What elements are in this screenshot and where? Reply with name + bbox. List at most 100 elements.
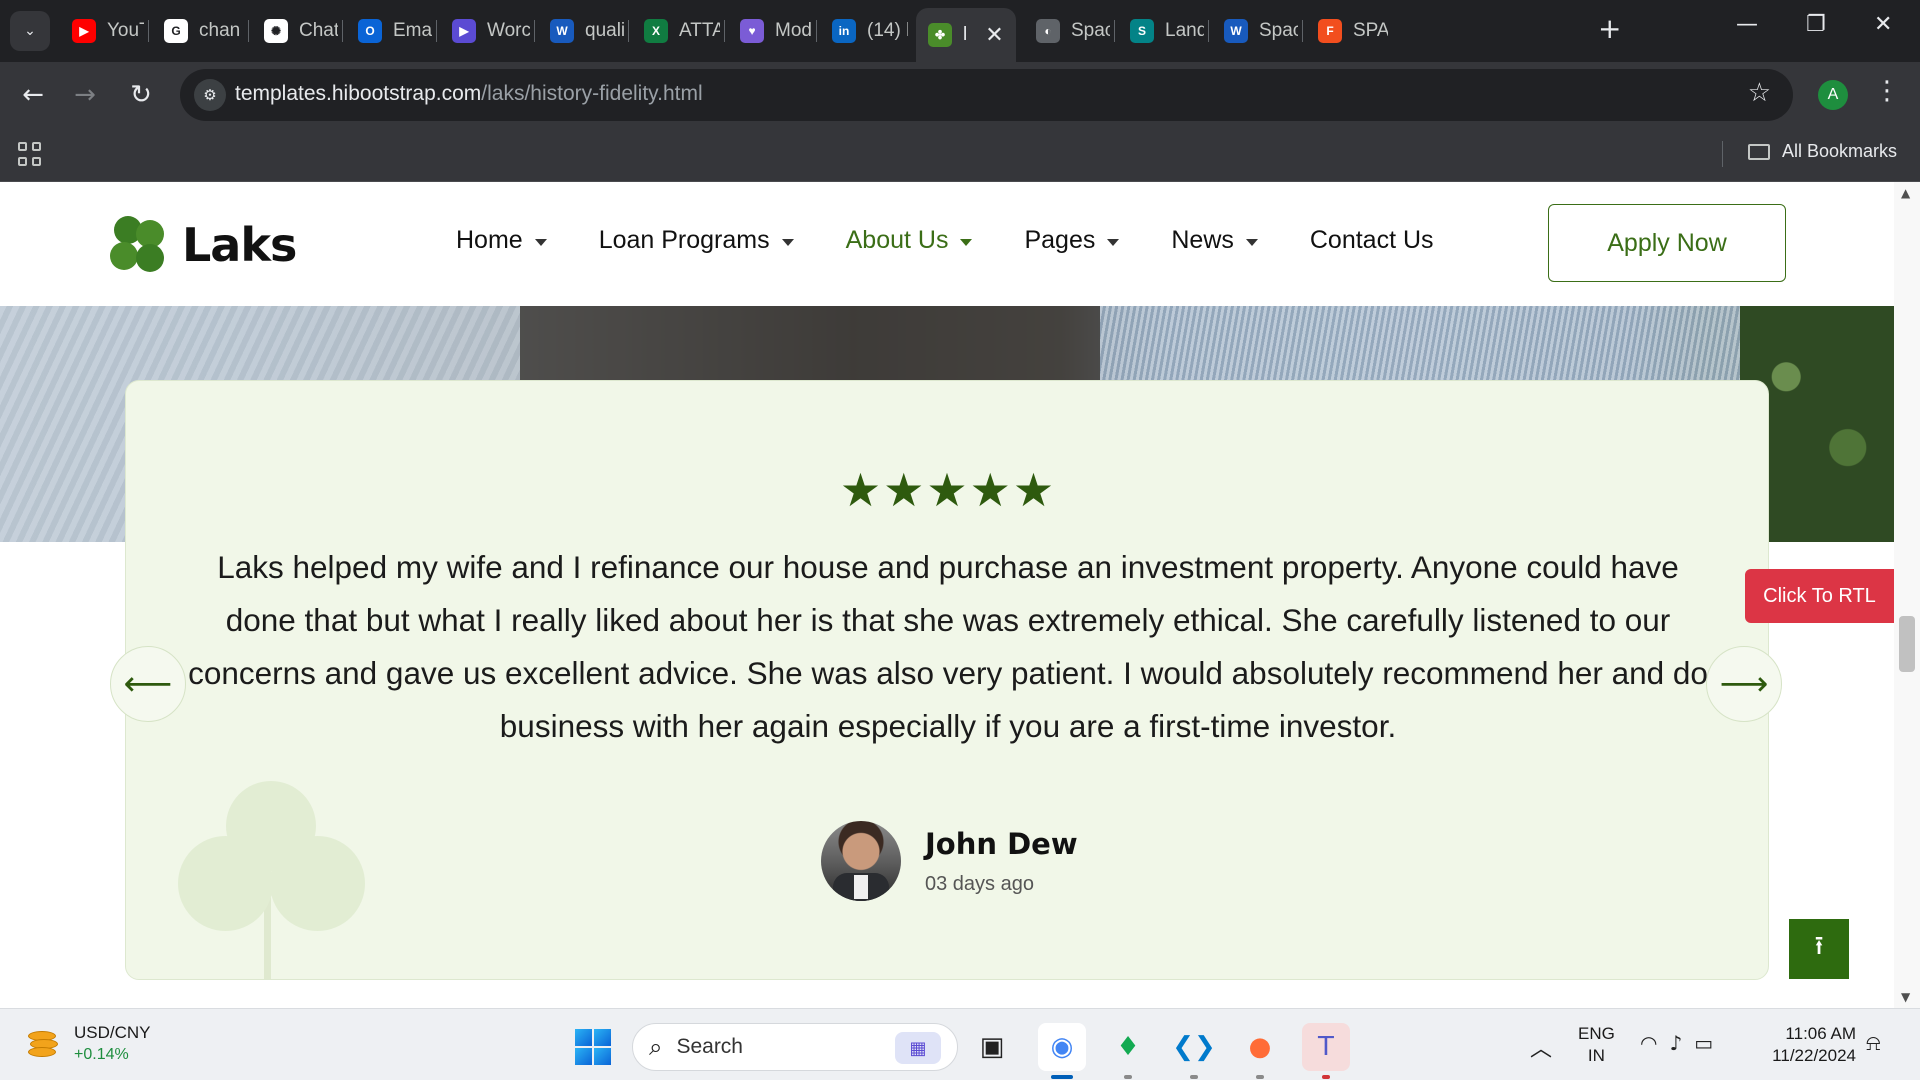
page-scrollbar[interactable]: ▲ ▼	[1894, 182, 1920, 1008]
nav-item-label: Pages	[1024, 226, 1096, 254]
profile-avatar[interactable]: A	[1818, 80, 1848, 110]
tab-title: Spac	[1259, 20, 1298, 41]
system-tray-icons[interactable]: ◠♪▭	[1640, 1031, 1725, 1055]
nav-item-news[interactable]: News	[1171, 226, 1258, 255]
tab-search-button[interactable]: ⌄	[10, 11, 50, 51]
tab-title: YouT	[107, 20, 144, 41]
browser-tab[interactable]: ▶ YouT	[60, 10, 144, 52]
bookmark-star-icon[interactable]: ☆	[1748, 78, 1771, 108]
tree-decoration-icon	[178, 781, 368, 979]
chevron-down-icon: ⌄	[24, 23, 36, 39]
scroll-down-icon[interactable]: ▼	[1901, 990, 1910, 1004]
browser-tab[interactable]: F SPAC	[1306, 10, 1388, 52]
site-info-icon[interactable]: ⚙	[194, 79, 226, 111]
prev-testimonial-button[interactable]: ⟵	[110, 646, 186, 722]
mongodb-indicator	[1124, 1075, 1132, 1079]
all-bookmarks-button[interactable]: All Bookmarks	[1748, 141, 1897, 162]
tab-separator	[1302, 20, 1303, 42]
widget-value: +0.14%	[74, 1046, 129, 1063]
mongodb-app-icon[interactable]: ♦	[1104, 1023, 1152, 1071]
browser-tab[interactable]: ✤ l ✕	[916, 8, 1016, 62]
tab-separator	[148, 20, 149, 42]
browser-tab[interactable]: S Land	[1118, 10, 1204, 52]
clock-time: 11:06 AM	[1785, 1024, 1856, 1043]
testimonial-author: John Dew 03 days ago	[821, 821, 1078, 901]
star-rating: ★★★★★	[839, 463, 1057, 517]
language-indicator[interactable]: ENG IN	[1578, 1023, 1615, 1067]
battery-icon: ▭	[1694, 1031, 1726, 1055]
chrome-app-icon[interactable]: ◉	[1038, 1023, 1086, 1071]
postman-app-icon[interactable]: ●	[1236, 1023, 1284, 1071]
browser-tab[interactable]: ▶ Worc	[440, 10, 530, 52]
tab-favicon-icon: G	[164, 19, 188, 43]
browser-tab[interactable]: W Spac	[1212, 10, 1298, 52]
site-logo[interactable]: Laks	[110, 216, 297, 274]
browser-tab[interactable]: ◐ Spac	[1024, 10, 1110, 52]
bookmarks-bar: All Bookmarks	[0, 128, 1920, 182]
reload-button[interactable]: ↻	[122, 76, 160, 114]
author-time: 03 days ago	[925, 872, 1034, 895]
browser-tab[interactable]: Wquali	[538, 10, 624, 52]
search-icon: ⌕	[649, 1033, 663, 1061]
tab-title: Spac	[1071, 20, 1110, 41]
tab-favicon-icon: ▶	[452, 19, 476, 43]
browser-tab[interactable]: X ATTA	[632, 10, 720, 52]
restore-button[interactable]: ❐	[1806, 12, 1826, 37]
tab-favicon-icon: in	[832, 19, 856, 43]
teams-app-icon[interactable]: T	[1302, 1023, 1350, 1071]
rtl-toggle-button[interactable]: Click To RTL	[1745, 569, 1894, 623]
apps-grid-icon[interactable]	[18, 142, 42, 166]
tab-separator	[436, 20, 437, 42]
tab-title: (14) l	[867, 20, 908, 41]
forward-button[interactable]: →	[66, 76, 104, 114]
author-name: John Dew	[925, 826, 1078, 861]
windows-start-icon[interactable]	[575, 1029, 611, 1065]
arrow-left-icon: ←	[22, 80, 44, 110]
chevron-up-icon[interactable]: ︿	[1530, 1031, 1552, 1063]
address-bar[interactable]: ⚙ templates.hibootstrap.com/laks/history…	[180, 69, 1793, 121]
tab-favicon-icon: X	[644, 19, 668, 43]
nav-item-pages[interactable]: Pages	[1024, 226, 1120, 255]
tab-favicon-icon: W	[1224, 19, 1248, 43]
arrow-up-icon: ⭱	[1814, 931, 1824, 961]
taskbar-clock[interactable]: 11:06 AM 11/22/2024	[1760, 1023, 1856, 1067]
scroll-up-icon[interactable]: ▲	[1901, 186, 1910, 200]
currency-widget[interactable]: USD/CNY +0.14%	[26, 1023, 151, 1064]
scroll-thumb[interactable]	[1899, 616, 1915, 672]
close-tab-icon[interactable]: ✕	[985, 22, 1003, 48]
new-tab-button[interactable]: +	[1598, 12, 1621, 45]
tab-separator	[534, 20, 535, 42]
tab-separator	[724, 20, 725, 42]
browser-tab[interactable]: ♥ Mod	[728, 10, 812, 52]
task-view-icon[interactable]: ▣	[968, 1023, 1016, 1071]
main-nav: Home Loan Programs About Us Pages News Contac…	[456, 226, 1486, 255]
tab-favicon-icon: ♥	[740, 19, 764, 43]
caret-down-icon	[781, 239, 794, 246]
tab-title: Mod	[775, 20, 812, 41]
widget-title: USD/CNY	[74, 1023, 151, 1042]
browser-menu-icon[interactable]: ⋮	[1874, 76, 1900, 106]
close-window-button[interactable]: ✕	[1874, 12, 1892, 37]
browser-tab[interactable]: ✺ Chat	[252, 10, 338, 52]
browser-tab[interactable]: Gchan	[152, 10, 244, 52]
minimize-button[interactable]: —	[1736, 12, 1758, 37]
nav-item-home[interactable]: Home	[456, 226, 547, 255]
browser-tab[interactable]: O Emai	[346, 10, 432, 52]
logo-text: Laks	[182, 218, 297, 272]
notification-bell-icon[interactable]: ⍾	[1866, 1031, 1881, 1056]
tab-title: l	[963, 24, 968, 45]
nav-item-about-us[interactable]: About Us	[846, 226, 973, 255]
back-button[interactable]: ←	[14, 76, 52, 114]
vscode-app-icon[interactable]: ❮❯	[1170, 1023, 1218, 1071]
next-testimonial-button[interactable]: ⟶	[1706, 646, 1782, 722]
all-bookmarks-label: All Bookmarks	[1782, 141, 1898, 161]
nav-item-loan-programs[interactable]: Loan Programs	[599, 226, 794, 255]
nav-item-contact-us[interactable]: Contact Us	[1310, 226, 1434, 255]
volume-icon: ♪	[1669, 1031, 1695, 1055]
taskbar-search[interactable]: ⌕ Search ▦	[632, 1023, 958, 1071]
browser-tab[interactable]: in (14) l	[820, 10, 908, 52]
tab-title: Emai	[393, 20, 432, 41]
apply-now-button[interactable]: Apply Now	[1548, 204, 1786, 282]
url-text[interactable]: templates.hibootstrap.com/laks/history-f…	[235, 82, 703, 106]
back-to-top-button[interactable]: ⭱	[1789, 919, 1849, 979]
